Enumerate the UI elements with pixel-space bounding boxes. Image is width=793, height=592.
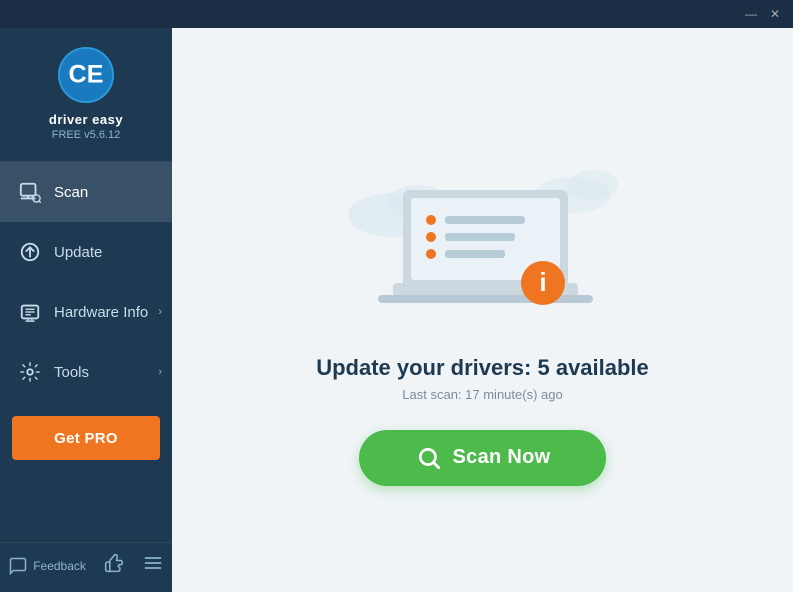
sidebar-bottom: Feedback [0,542,172,592]
tools-icon [16,358,44,386]
sidebar-item-update-label: Update [54,244,102,261]
logo-area: CE driver easy FREE v5.6.12 [0,28,172,162]
laptop-illustration: i [333,135,633,335]
get-pro-button[interactable]: Get PRO [12,416,160,460]
sidebar: CE driver easy FREE v5.6.12 Scan Update [0,0,172,592]
feedback-icon [9,557,27,575]
titlebar: — ✕ [0,0,793,28]
sidebar-item-update[interactable]: Update [0,222,172,282]
hardware-info-chevron-icon: › [158,306,162,318]
logo-title: driver easy [49,112,123,127]
main-heading: Update your drivers: 5 available [316,355,649,381]
menu-list-icon[interactable] [143,553,163,578]
sidebar-item-tools-label: Tools [54,364,89,381]
scan-icon [16,178,44,206]
scan-now-icon [415,444,443,472]
sidebar-item-hardware-info-label: Hardware Info [54,304,148,321]
scan-now-label: Scan Now [453,446,551,469]
update-icon [16,238,44,266]
close-button[interactable]: ✕ [765,4,785,24]
tools-chevron-icon: › [158,366,162,378]
logo-version: FREE v5.6.12 [52,129,120,141]
feedback-button[interactable]: Feedback [9,557,86,575]
thumbs-up-icon[interactable] [104,553,124,578]
minimize-button[interactable]: — [741,4,761,24]
main-subtext: Last scan: 17 minute(s) ago [402,387,562,402]
illustration-area: i [333,135,633,335]
sidebar-item-scan[interactable]: Scan [0,162,172,222]
sidebar-item-tools[interactable]: Tools › [0,342,172,402]
hardware-info-icon [16,298,44,326]
sidebar-item-hardware-info[interactable]: Hardware Info › [0,282,172,342]
scan-now-button[interactable]: Scan Now [359,430,607,486]
feedback-label: Feedback [33,559,86,573]
app-logo-icon: CE [57,46,115,104]
svg-text:i: i [539,267,546,297]
svg-text:CE: CE [69,61,104,89]
main-content: i Update your drivers: 5 available Last … [172,0,793,592]
sidebar-item-scan-label: Scan [54,184,88,201]
